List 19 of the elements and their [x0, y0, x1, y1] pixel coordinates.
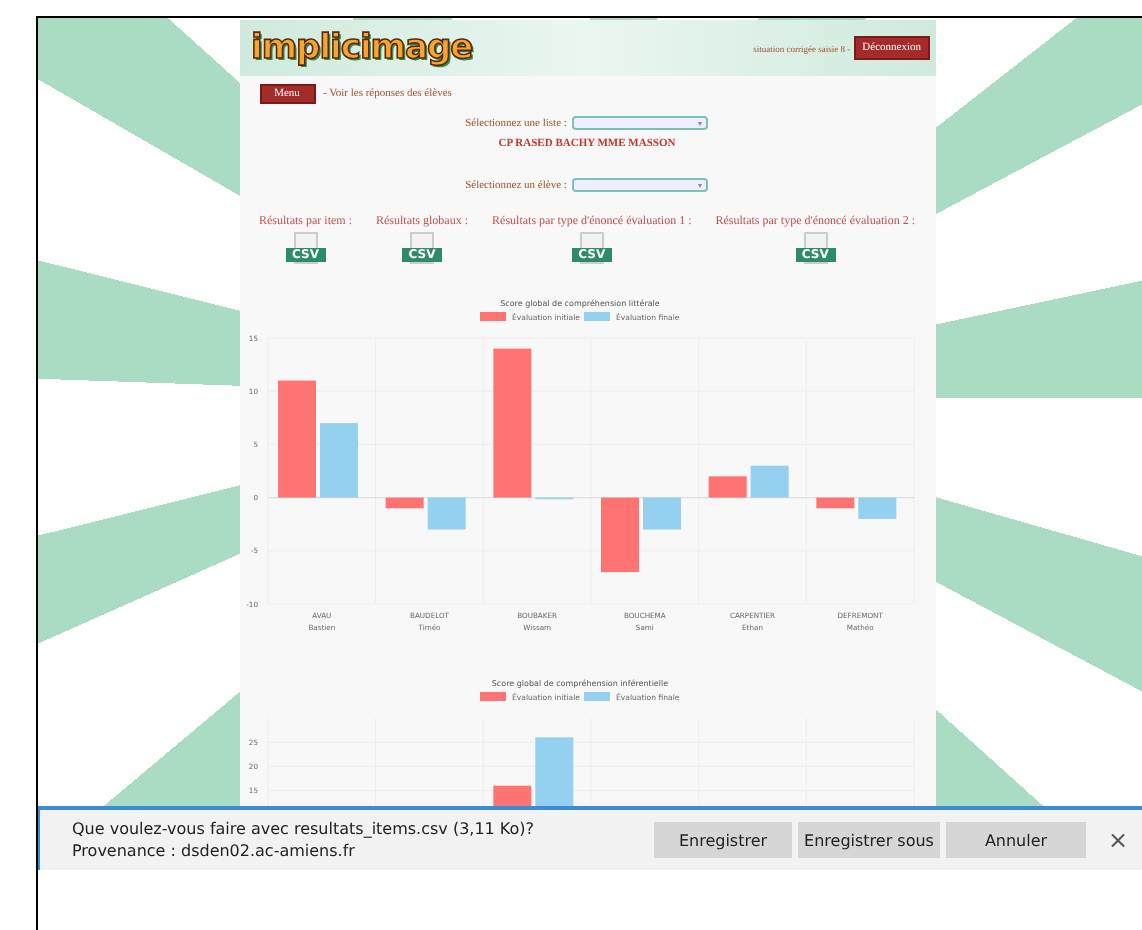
- bar: [857, 497, 896, 519]
- bar: [600, 497, 638, 573]
- dropdown[interactable]: [572, 178, 709, 192]
- dropdown[interactable]: [572, 116, 709, 130]
- bar: [707, 476, 746, 498]
- download-message: Que voulez-vous faire avec resultats_items.csv (3,11 Ko)?: [72, 818, 537, 840]
- bar: [384, 497, 423, 509]
- bar: [749, 465, 788, 498]
- bar: [815, 497, 854, 509]
- bar: [642, 497, 680, 530]
- bar: [277, 380, 315, 498]
- download-source: Provenance : dsden02.ac-amiens.fr: [72, 840, 357, 862]
- download-action-button[interactable]: Annuler: [946, 822, 1086, 858]
- download-action-button[interactable]: Enregistrer: [654, 822, 792, 858]
- bar: [534, 737, 573, 806]
- download-action-button[interactable]: Enregistrer sous: [798, 822, 940, 858]
- close-button[interactable]: ×: [1106, 826, 1130, 854]
- bar: [426, 497, 465, 530]
- bar: [319, 423, 357, 498]
